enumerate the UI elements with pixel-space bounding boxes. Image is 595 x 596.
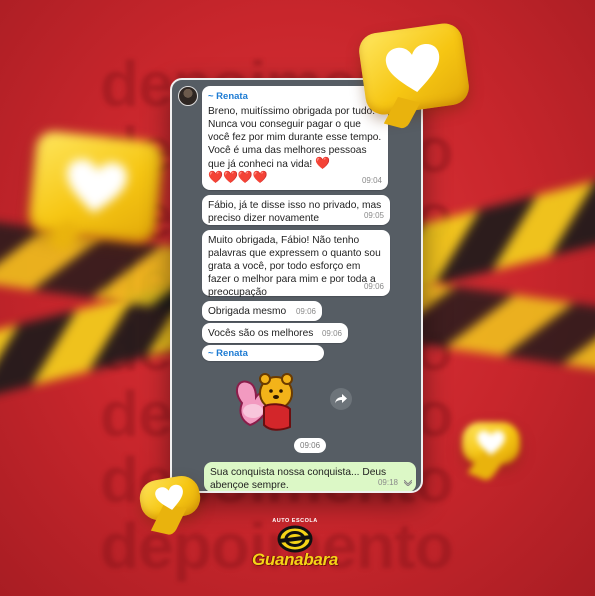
message-time: 09:06 (363, 282, 384, 291)
message-text: Fábio, já te disse isso no privado, mas … (208, 200, 382, 224)
chat-screenshot: ~ Renata Breno, muitíssimo obrigada por … (170, 78, 423, 493)
message-time: 09:18 (377, 478, 398, 487)
message-text: Sua conquista nossa conquista... Deus ab… (210, 467, 387, 491)
winnie-the-pooh-sticker-icon[interactable] (228, 363, 300, 435)
sent-message-bubble: Sua conquista nossa conquista... Deus ab… (204, 462, 416, 491)
message-time: 09:06 (321, 329, 342, 338)
heart-emoji: ❤️ (315, 156, 331, 170)
message-text: Vocês são os melhores (208, 328, 314, 339)
scroll-down-button[interactable] (401, 477, 415, 489)
message-bubble: Fábio, já te disse isso no privado, mas … (202, 195, 390, 225)
message-text: Muito obrigada, Fábio! Não tenho palavra… (208, 235, 381, 298)
sender-name: ~ Renata (208, 348, 248, 359)
sender-name: ~ Renata (208, 91, 248, 102)
message-bubble: ~ Renata Breno, muitíssimo obrigada por … (202, 86, 388, 190)
message-time: 09:06 (295, 307, 316, 316)
heart-bubble-icon (27, 129, 165, 245)
chevron-down-icon (404, 480, 412, 486)
message-bubble: Obrigada mesmo 09:06 (202, 301, 322, 321)
logo-tagline: AUTO ESCOLA (272, 518, 318, 524)
sticker-time: 09:06 (294, 438, 327, 453)
steering-wheel-icon (277, 525, 313, 553)
message-time: 09:04 (361, 176, 382, 185)
message-time: 09:05 (363, 211, 384, 220)
message-text: Obrigada mesmo (208, 306, 287, 317)
sticker-sender-bubble: ~ Renata (202, 345, 324, 361)
message-bubble: Muito obrigada, Fábio! Não tenho palavra… (202, 230, 390, 298)
avatar (178, 86, 198, 106)
heart-bubble-icon (356, 21, 472, 117)
logo-name: Guanabara (251, 550, 339, 569)
heart-emojis: ❤️❤️❤️❤️ (208, 170, 268, 184)
forward-arrow-icon (335, 394, 347, 404)
message-bubble: Vocês são os melhores 09:06 (202, 323, 348, 343)
guanabara-logo: AUTO ESCOLA Guanabara (240, 518, 350, 578)
message-text: Breno, muitíssimo obrigada por tudo. Nun… (208, 106, 382, 170)
heart-bubble-icon (462, 422, 520, 464)
forward-button[interactable] (330, 388, 352, 410)
